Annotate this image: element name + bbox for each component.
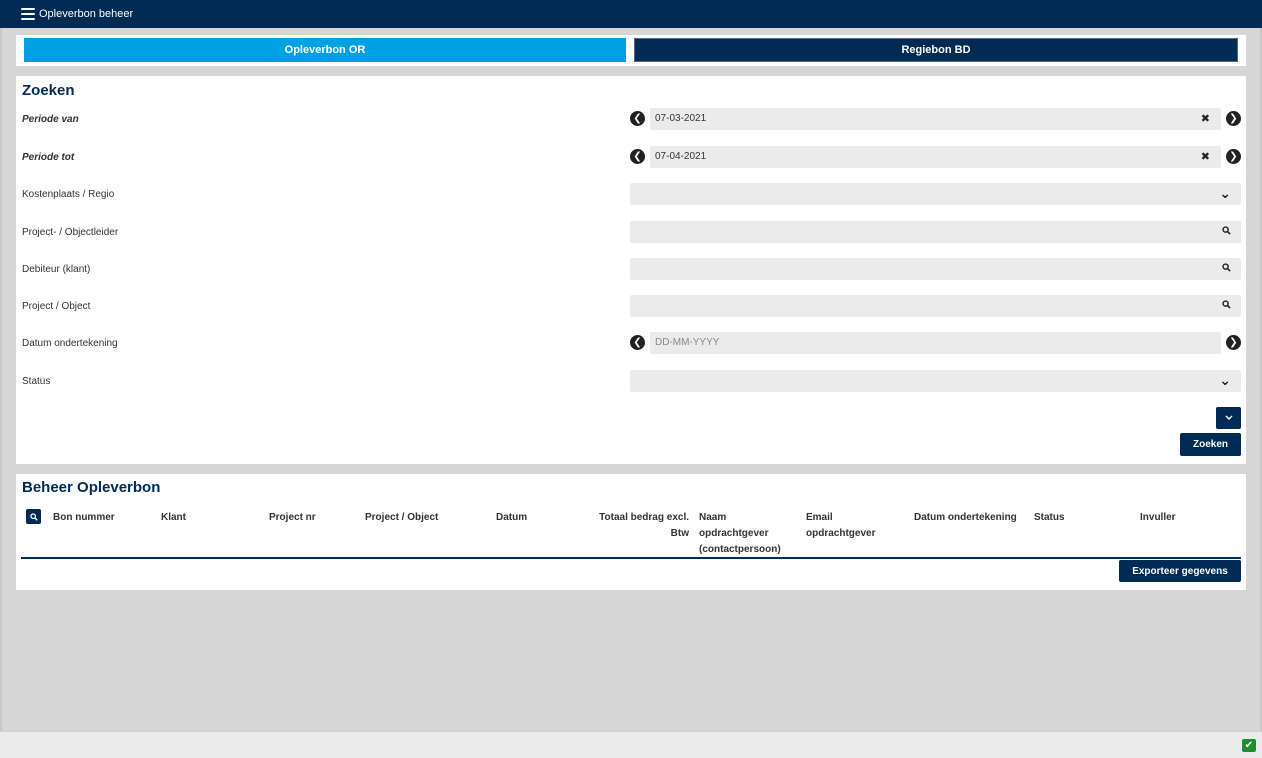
- periode-tot-value: 07-04-2021: [655, 151, 707, 162]
- column-header-invuller[interactable]: Invuller: [1140, 510, 1176, 526]
- periode-van-value: 07-03-2021: [655, 113, 707, 124]
- next-date-icon[interactable]: ❯: [1226, 111, 1241, 126]
- row-datum-ondertekening: Datum ondertekening ❮ DD-MM-YYYY ❯: [16, 332, 1246, 356]
- prev-date-icon[interactable]: ❮: [630, 111, 645, 126]
- column-header-naam-line2: opdrachtgever: [699, 528, 769, 539]
- column-header-datum[interactable]: Datum: [496, 510, 527, 526]
- column-header-klant[interactable]: Klant: [161, 510, 186, 526]
- column-header-status[interactable]: Status: [1034, 510, 1065, 526]
- column-header-totaal-line1: Totaal bedrag excl.: [599, 512, 689, 523]
- column-header-totaal-bedrag[interactable]: Totaal bedrag excl. Btw: [586, 510, 689, 542]
- column-header-naam-line1: Naam: [699, 512, 727, 523]
- datum-ondertekening-label: Datum ondertekening: [22, 338, 118, 349]
- results-title: Beheer Opleverbon: [22, 479, 161, 496]
- chevron-down-icon[interactable]: ⌄: [1219, 372, 1231, 389]
- row-status: Status ⌄: [16, 370, 1246, 394]
- next-date-icon[interactable]: ❯: [1226, 335, 1241, 350]
- tab-regiebon-bd[interactable]: Regiebon BD: [634, 38, 1238, 62]
- datum-ondertekening-input[interactable]: DD-MM-YYYY: [650, 332, 1221, 354]
- project-input[interactable]: [630, 295, 1241, 317]
- column-header-email-line1: Email: [806, 512, 833, 523]
- row-debiteur: Debiteur (klant): [16, 258, 1246, 282]
- kostenplaats-label: Kostenplaats / Regio: [22, 189, 115, 200]
- hamburger-menu-icon[interactable]: [21, 8, 35, 20]
- periode-tot-label: Periode tot: [22, 152, 75, 163]
- project-label: Project / Object: [22, 301, 91, 312]
- column-header-email-line2: opdrachtgever: [806, 528, 876, 539]
- periode-van-label: Periode van: [22, 114, 79, 125]
- column-header-project-object[interactable]: Project / Object: [365, 510, 438, 526]
- row-projectleider: Project- / Objectleider: [16, 221, 1246, 245]
- row-periode-tot: Periode tot ❮ 07-04-2021 ✖ ❯: [16, 146, 1246, 170]
- prev-date-icon[interactable]: ❮: [630, 149, 645, 164]
- table-search-icon[interactable]: [26, 509, 41, 524]
- tab-bar: Opleverbon OR Regiebon BD: [16, 35, 1246, 66]
- search-panel: Zoeken Periode van ❮ 07-03-2021 ✖ ❯ Peri…: [16, 76, 1246, 464]
- clear-icon[interactable]: ✖: [1201, 112, 1210, 125]
- search-title: Zoeken: [22, 82, 75, 99]
- row-project: Project / Object: [16, 295, 1246, 319]
- prev-date-icon[interactable]: ❮: [630, 335, 645, 350]
- clear-icon[interactable]: ✖: [1201, 150, 1210, 163]
- top-bar: Opleverbon beheer: [0, 0, 1262, 28]
- periode-tot-input[interactable]: 07-04-2021 ✖: [650, 146, 1221, 168]
- status-select[interactable]: ⌄: [630, 370, 1241, 392]
- search-icon[interactable]: [1222, 300, 1231, 312]
- row-kostenplaats: Kostenplaats / Regio ⌄: [16, 183, 1246, 207]
- debiteur-input[interactable]: [630, 258, 1241, 280]
- expand-filters-button[interactable]: [1216, 407, 1241, 429]
- search-icon[interactable]: [1222, 263, 1231, 275]
- chevron-down-icon: [1224, 415, 1233, 421]
- debiteur-label: Debiteur (klant): [22, 264, 91, 275]
- kostenplaats-select[interactable]: ⌄: [630, 183, 1241, 205]
- column-header-datum-ondertekening[interactable]: Datum ondertekening: [914, 510, 1017, 526]
- table-header-divider: [21, 557, 1241, 559]
- column-header-naam-line3: (contactpersoon): [699, 544, 781, 555]
- search-button[interactable]: Zoeken: [1180, 433, 1241, 456]
- column-header-project-nr[interactable]: Project nr: [269, 510, 316, 526]
- row-periode-van: Periode van ❮ 07-03-2021 ✖ ❯: [16, 108, 1246, 132]
- next-date-icon[interactable]: ❯: [1226, 149, 1241, 164]
- projectleider-input[interactable]: [630, 221, 1241, 243]
- search-icon[interactable]: [1222, 226, 1231, 238]
- footer-bar: ✔: [0, 731, 1262, 758]
- column-header-email-opdrachtgever[interactable]: Email opdrachtgever: [806, 510, 875, 542]
- column-header-bon-nummer[interactable]: Bon nummer: [53, 510, 115, 526]
- periode-van-input[interactable]: 07-03-2021 ✖: [650, 108, 1221, 130]
- app-title: Opleverbon beheer: [39, 8, 134, 20]
- export-button[interactable]: Exporteer gegevens: [1119, 560, 1241, 582]
- tab-opleverbon-or[interactable]: Opleverbon OR: [24, 38, 626, 62]
- projectleider-label: Project- / Objectleider: [22, 227, 119, 238]
- check-icon: ✔: [1242, 739, 1256, 752]
- column-header-totaal-line2: Btw: [670, 528, 689, 539]
- chevron-down-icon[interactable]: ⌄: [1219, 185, 1231, 202]
- datum-ondertekening-placeholder: DD-MM-YYYY: [655, 337, 720, 348]
- column-header-naam-opdrachtgever[interactable]: Naam opdrachtgever (contactpersoon): [699, 510, 781, 558]
- status-label: Status: [22, 376, 51, 387]
- results-panel: Beheer Opleverbon Bon nummer Klant Proje…: [16, 474, 1246, 590]
